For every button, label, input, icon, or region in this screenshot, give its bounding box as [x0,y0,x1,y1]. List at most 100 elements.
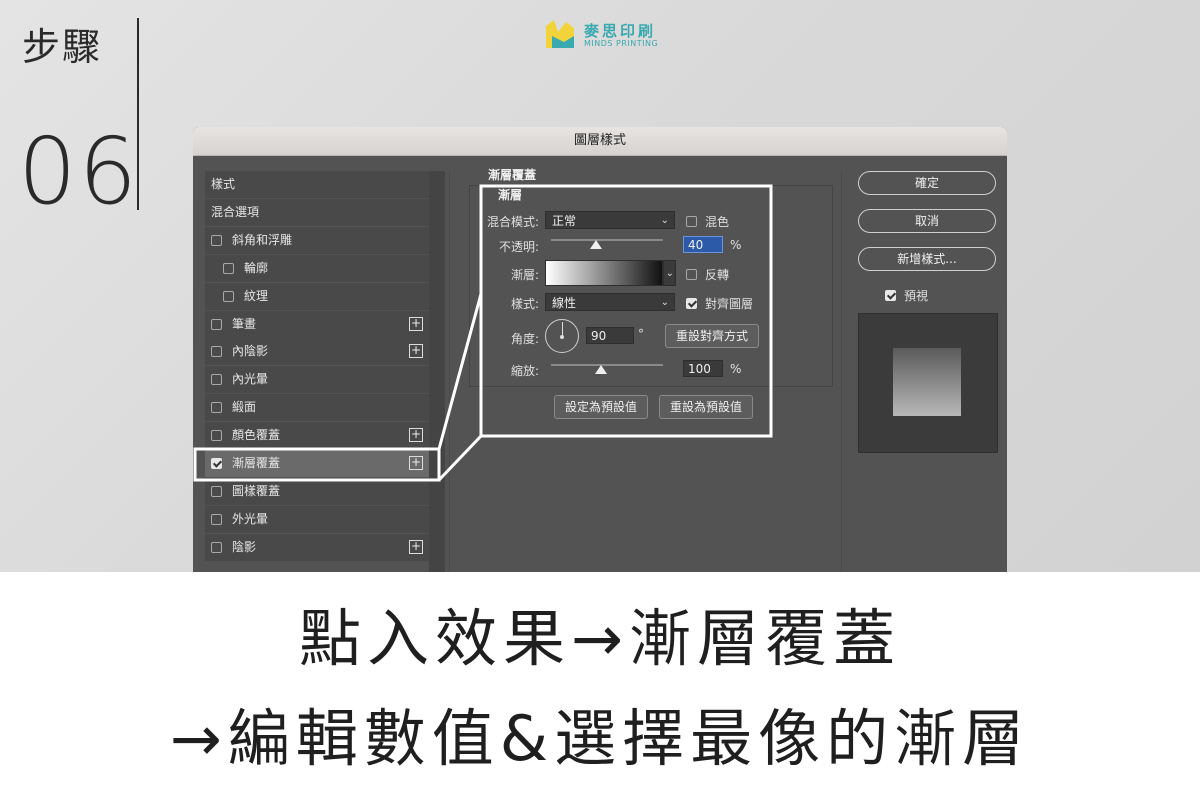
brand-logo: 麥思印刷 MINDS PRINTING [544,18,674,54]
chevron-down-icon: ⌄ [660,215,669,226]
style-list-item[interactable]: 陰影 + [205,534,429,561]
checkbox-icon[interactable] [211,402,222,413]
scale-unit: % [730,362,742,376]
blend-mode-select[interactable]: 正常 ⌄ [545,211,675,229]
gradient-picker-toggle[interactable]: ⌄ [663,260,676,286]
checkbox-icon[interactable] [211,486,222,497]
style-list-item-label: 輪廓 [244,261,269,275]
style-list-item-label: 圖樣覆蓋 [232,484,281,498]
add-icon[interactable]: + [409,344,423,358]
step-label: 步驟 [22,25,103,69]
make-default-button[interactable]: 設定為預設值 [554,395,648,419]
ok-button[interactable]: 確定 [858,171,996,195]
angle-dial[interactable] [545,319,579,353]
add-icon[interactable]: + [409,428,423,442]
checkbox-icon[interactable] [223,291,234,302]
section-title: 漸層覆蓋 [488,168,537,182]
angle-unit: ° [638,327,644,341]
caption-line-2: →編輯數值&選擇最像的漸層 [169,702,1031,775]
checkbox-icon[interactable] [223,263,234,274]
style-list-item-label: 筆畫 [232,317,257,331]
gradient-swatch[interactable] [545,260,663,286]
style-label: 樣式: [510,297,539,311]
preview-label: 預視 [904,289,929,303]
opacity-slider-thumb[interactable] [589,240,602,249]
checkbox-icon[interactable] [211,430,222,441]
add-icon[interactable]: + [409,456,423,470]
style-list-item-label: 內陰影 [232,344,269,358]
scale-label: 縮放: [510,364,539,378]
style-list-item-label: 緞面 [232,400,257,414]
reverse-label: 反轉 [705,268,730,282]
angle-input[interactable]: 90 [586,327,634,344]
gradient-label: 漸層: [510,268,539,282]
style-list-item-label: 斜角和浮雕 [232,233,293,247]
style-list-item[interactable]: 圖樣覆蓋 [205,478,429,505]
blend-mode-label: 混合模式: [486,215,539,229]
checkbox-icon[interactable] [211,319,222,330]
checkbox-checked-icon [885,290,896,301]
opacity-unit: % [730,238,742,252]
style-list-item-label: 陰影 [232,540,257,554]
style-list-item[interactable]: 紋理 [205,283,429,310]
style-list-item-label: 外光暈 [232,512,269,526]
checkbox-icon[interactable] [211,542,222,553]
dither-checkbox[interactable]: 混色 [686,213,729,230]
style-select[interactable]: 線性 ⌄ [545,293,675,311]
style-list-item[interactable]: 內陰影 + [205,338,429,365]
dialog-title: 圖層樣式 [193,127,1007,156]
scale-input[interactable]: 100 [683,360,723,377]
new-style-button[interactable]: 新增樣式... [858,247,996,271]
logo-text-en: MINDS PRINTING [584,39,659,48]
checkbox-icon[interactable] [211,235,222,246]
style-list-item-label: 紋理 [244,289,269,303]
checkbox-icon[interactable] [211,346,222,357]
style-list-item[interactable]: 顏色覆蓋 + [205,422,429,449]
style-list-item-label: 內光暈 [232,372,269,386]
style-list-item[interactable]: 斜角和浮雕 [205,227,429,254]
checkbox-checked-icon [686,298,697,309]
step-number: 06 [18,118,140,225]
add-icon[interactable]: + [409,317,423,331]
reverse-checkbox[interactable]: 反轉 [686,266,729,283]
style-list-item[interactable]: 混合選項 [205,199,429,226]
chevron-down-icon: ⌄ [660,297,669,308]
align-layer-checkbox[interactable]: 對齊圖層 [686,295,753,312]
group-title: 漸層 [498,188,523,202]
align-layer-label: 對齊圖層 [705,297,754,311]
style-list-item[interactable]: 內光暈 [205,366,429,393]
logo-mark-icon [546,20,574,48]
checkbox-checked-icon[interactable] [211,458,222,469]
checkbox-icon[interactable] [211,374,222,385]
checkbox-icon [686,216,697,227]
style-list-item-label: 混合選項 [211,205,260,219]
preview-thumbnail [858,313,998,453]
opacity-input[interactable]: 40 [683,236,723,253]
add-icon[interactable]: + [409,540,423,554]
opacity-slider[interactable] [551,239,663,241]
checkbox-icon[interactable] [211,514,222,525]
style-list-item[interactable]: 輪廓 [205,255,429,282]
style-list-item[interactable]: 筆畫 + [205,311,429,338]
dither-label: 混色 [705,215,730,229]
checkbox-icon [686,269,697,280]
caption-area: 點入效果→漸層覆蓋 →編輯數值&選擇最像的漸層 [0,572,1200,796]
style-list-item-label: 樣式 [211,177,236,191]
reset-alignment-button[interactable]: 重設對齊方式 [665,324,759,348]
preview-checkbox[interactable]: 預視 [885,287,928,304]
style-list-item[interactable]: 漸層覆蓋 + [205,450,429,477]
chevron-down-icon: ⌄ [665,268,674,279]
layer-style-dialog: 圖層樣式 樣式 混合選項 斜角和浮雕 輪廓 紋理 筆畫 + 內陰影 + 內光暈 緞面 顏色覆蓋 + 漸層覆… [193,127,1007,572]
opacity-label: 不透明: [498,240,539,254]
scale-slider-thumb[interactable] [595,365,608,374]
styles-list-scrollbar[interactable] [429,171,445,572]
style-list-item[interactable]: 緞面 [205,394,429,421]
cancel-button[interactable]: 取消 [858,209,996,233]
logo-text-cn: 麥思印刷 [584,22,657,40]
style-list-item-label: 漸層覆蓋 [232,456,281,470]
style-list-item[interactable]: 樣式 [205,171,429,198]
preview-gradient-square [893,348,961,416]
reset-default-button[interactable]: 重設為預設值 [659,395,753,419]
style-list-item[interactable]: 外光暈 [205,506,429,533]
angle-label: 角度: [510,332,539,346]
